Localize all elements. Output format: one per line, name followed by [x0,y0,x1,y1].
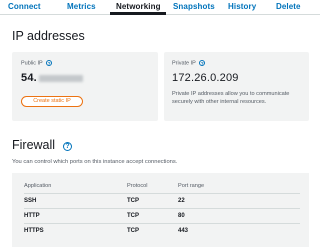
table-row: HTTP TCP 80 [24,208,300,222]
cell-port-range: 22 [178,198,185,204]
private-ip-label: Private IP [172,60,196,67]
public-ip-label: Public IP [21,60,43,67]
cell-application: HTTP [24,213,40,219]
cell-application: SSH [24,198,37,204]
column-header-application: Application [24,183,52,189]
tab-snapshots[interactable]: Snapshots [173,2,215,11]
public-ip-value: 54. [21,72,37,84]
cell-application: HTTPS [24,228,44,234]
tab-networking[interactable]: Networking [116,2,161,11]
cell-protocol: TCP [127,213,139,219]
cell-port-range: 443 [178,228,189,234]
tab-metrics[interactable]: Metrics [67,2,96,11]
private-ip-label-row: Private IP ? [172,60,206,67]
firewall-table: Application Protocol Port range SSH TCP … [12,173,309,247]
tab-connect[interactable]: Connect [8,2,41,11]
firewall-heading: Firewall [12,138,56,152]
private-ip-value: 172.26.0.209 [172,72,239,84]
help-icon[interactable]: ? [199,60,206,66]
table-row: SSH TCP 22 [24,193,300,207]
help-icon[interactable]: ? [63,142,72,151]
private-ip-description: Private IP addresses allow you to commun… [172,91,290,105]
cell-protocol: TCP [127,198,139,204]
cell-protocol: TCP [127,228,139,234]
active-tab-indicator [110,12,166,15]
redacted-ip [39,75,83,82]
column-header-port-range: Port range [178,183,205,189]
tab-delete[interactable]: Delete [276,2,301,11]
column-header-protocol: Protocol [127,183,148,189]
ip-addresses-heading: IP addresses [12,29,85,43]
help-icon[interactable]: ? [46,60,53,66]
cell-port-range: 80 [178,213,185,219]
public-ip-label-row: Public IP ? [21,60,53,67]
table-row: HTTPS TCP 443 [24,223,300,237]
tab-history[interactable]: History [228,2,256,11]
create-static-ip-button[interactable]: Create static IP [21,96,83,107]
firewall-description: You can control which ports on this inst… [12,159,178,165]
tab-bar: Connect Metrics Networking Snapshots His… [0,0,320,15]
public-ip-card: Public IP ? 54. Create static IP [12,52,158,121]
private-ip-card: Private IP ? 172.26.0.209 Private IP add… [164,52,309,121]
